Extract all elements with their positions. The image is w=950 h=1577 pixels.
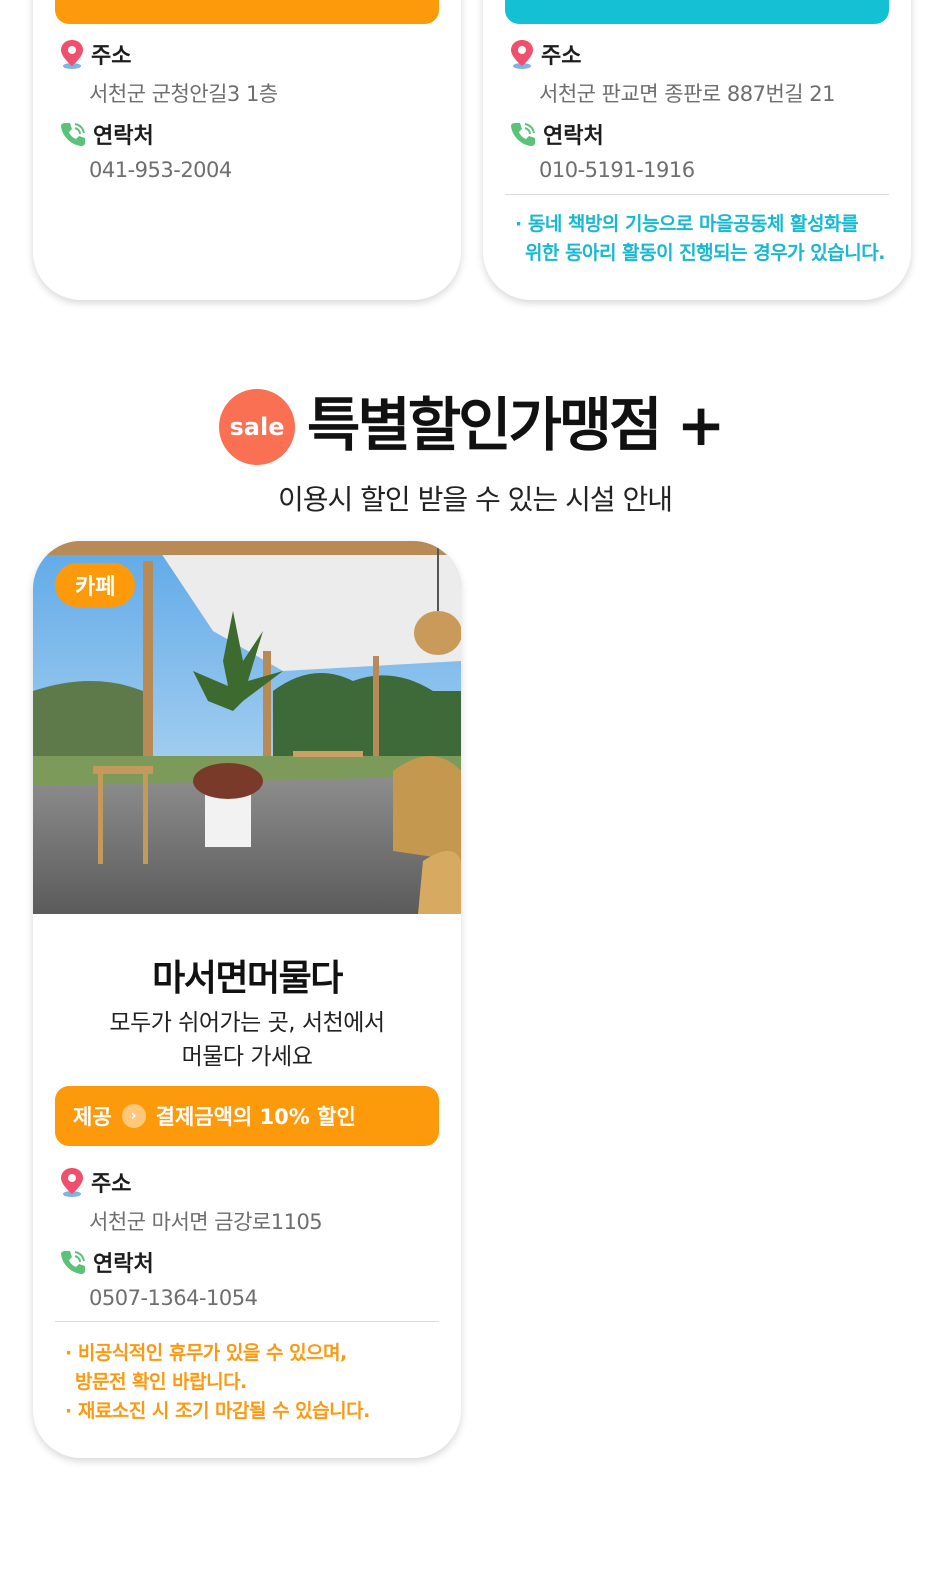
offer-label: 제공 <box>73 1105 112 1129</box>
divider <box>55 1321 439 1322</box>
phone-icon <box>511 123 535 146</box>
address-block: 주소 서천군 판교면 종판로 887번길 21 <box>509 38 836 108</box>
section-subtitle: 이용시 할인 받을 수 있는 시설 안내 <box>277 483 673 516</box>
phone-icon <box>61 1251 85 1274</box>
location-pin-icon <box>61 40 83 69</box>
facility-card-cafe[interactable]: 카페 마서면머물다 모두가 쉬어가는 곳, 서천에서 머물다 가세요 제공 › … <box>33 541 461 1458</box>
offer-bar <box>505 0 889 24</box>
phone-icon <box>61 123 85 146</box>
phone-value[interactable]: 010-5191-1916 <box>539 158 695 182</box>
note-line: 방문전 확인 바랍니다. <box>75 1371 247 1393</box>
contact-label: 연락처 <box>93 1252 154 1277</box>
note-line: · 재료소진 시 조기 마감될 수 있습니다. <box>65 1400 370 1422</box>
chevron-right-icon: › <box>121 1104 146 1128</box>
address-block: 주소 서천군 마서면 금강로1105 <box>59 1166 323 1236</box>
address-label: 주소 <box>91 44 132 69</box>
location-pin-icon <box>511 40 533 69</box>
address-value: 서천군 마서면 금강로1105 <box>89 1210 323 1234</box>
offer-text: 결제금액의 10% 할인 <box>155 1105 356 1129</box>
contact-label: 연락처 <box>93 124 154 149</box>
offer-bar <box>55 0 439 24</box>
contact-block: 연락처 010-5191-1916 <box>509 118 695 182</box>
facility-card-top-right: 주소 서천군 판교면 종판로 887번길 21 연락처 010-5191-191… <box>483 0 911 300</box>
note-line: · 동네 책방의 기능으로 마을공동체 활성화를 <box>515 213 858 235</box>
phone-value[interactable]: 0507-1364-1054 <box>89 1286 258 1310</box>
location-pin-icon <box>61 1168 83 1197</box>
address-value: 서천군 판교면 종판로 887번길 21 <box>539 82 836 106</box>
sale-badge: sale <box>219 389 295 465</box>
contact-label: 연락처 <box>543 124 604 149</box>
address-value: 서천군 군청안길3 1층 <box>89 82 278 106</box>
address-label: 주소 <box>91 1172 132 1197</box>
place-description: 모두가 쉬어가는 곳, 서천에서 머물다 가세요 <box>33 1006 461 1074</box>
notes: · 비공식적인 휴무가 있을 수 있으며, 방문전 확인 바랍니다. · 재료소… <box>65 1339 441 1426</box>
phone-value[interactable]: 041-953-2004 <box>89 158 232 182</box>
divider <box>505 194 889 195</box>
section-title: 특별할인가맹점 + <box>307 391 725 459</box>
description-line: 머물다 가세요 <box>181 1044 313 1070</box>
address-block: 주소 서천군 군청안길3 1층 <box>59 38 278 108</box>
offer-bar: 제공 › 결제금액의 10% 할인 <box>55 1086 439 1146</box>
place-name: 마서면머물다 <box>152 958 343 999</box>
contact-block: 연락처 0507-1364-1054 <box>59 1246 258 1310</box>
notes: · 동네 책방의 기능으로 마을공동체 활성화를 위한 동아리 활동이 진행되는… <box>515 210 891 268</box>
note-line: · 비공식적인 휴무가 있을 수 있으며, <box>65 1342 347 1364</box>
contact-block: 연락처 041-953-2004 <box>59 118 232 182</box>
description-line: 모두가 쉬어가는 곳, 서천에서 <box>109 1010 385 1036</box>
category-tag: 카페 <box>55 563 136 607</box>
address-label: 주소 <box>541 44 582 69</box>
facility-card-top-left: 주소 서천군 군청안길3 1층 연락처 041-953-2004 <box>33 0 461 300</box>
note-line: 위한 동아리 활동이 진행되는 경우가 있습니다. <box>525 242 885 264</box>
